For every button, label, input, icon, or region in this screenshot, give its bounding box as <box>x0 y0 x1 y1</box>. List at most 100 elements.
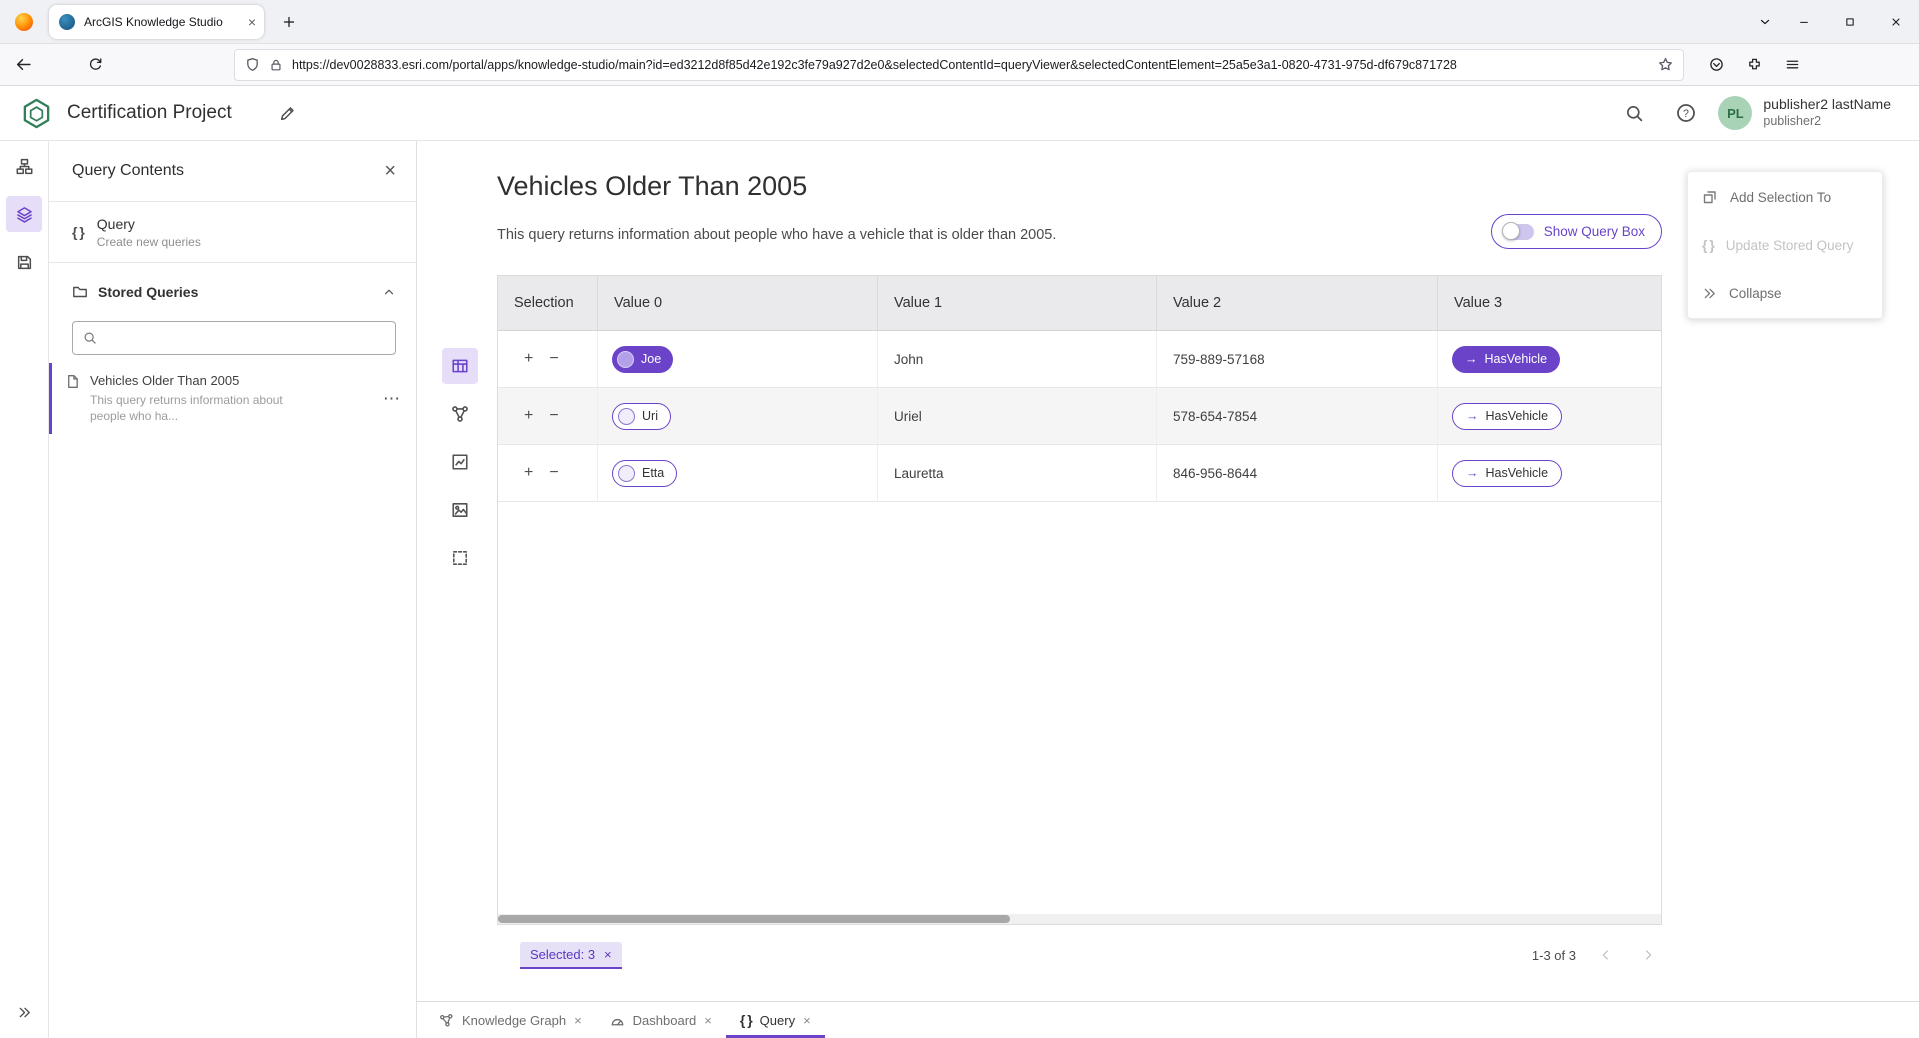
show-query-box-toggle[interactable]: Show Query Box <box>1491 214 1662 249</box>
relationship-pill[interactable]: → HasVehicle <box>1452 403 1562 430</box>
stored-queries-section[interactable]: Stored Queries <box>49 275 416 309</box>
close-icon <box>1890 16 1902 28</box>
previous-page-button[interactable] <box>1594 943 1618 967</box>
bookmark-star-icon[interactable] <box>1658 57 1673 72</box>
pencil-icon <box>279 105 296 122</box>
project-title: Certification Project <box>67 102 232 124</box>
results-table: Selection Value 0 Value 1 Value 2 Value … <box>497 275 1662 925</box>
tab-label: Query <box>760 1013 795 1028</box>
clear-selection-icon[interactable]: × <box>604 947 612 962</box>
table-icon <box>451 357 469 375</box>
arcgis-knowledge-logo-icon <box>20 97 53 130</box>
firefox-icon[interactable] <box>15 13 33 31</box>
column-header[interactable]: Selection <box>498 276 598 330</box>
stored-query-title: Vehicles Older Than 2005 <box>90 373 302 388</box>
menu-button[interactable] <box>1776 49 1808 81</box>
cell-value: Uriel <box>878 388 1157 444</box>
expand-rail-button[interactable] <box>10 998 38 1026</box>
close-window-button[interactable] <box>1873 0 1919 44</box>
selected-chip[interactable]: Selected: 3 × <box>520 942 622 969</box>
next-page-button[interactable] <box>1636 943 1660 967</box>
chevron-right-icon <box>1641 948 1655 962</box>
entity-pill[interactable]: Uri <box>612 403 671 430</box>
toggle-switch[interactable] <box>1504 224 1534 240</box>
collapse-item[interactable]: Collapse <box>1688 269 1882 317</box>
url-text[interactable]: https://dev0028833.esri.com/portal/apps/… <box>292 58 1650 72</box>
remove-from-selection-button[interactable]: − <box>549 351 558 367</box>
update-stored-query-item: { } Update Stored Query <box>1688 221 1882 269</box>
add-selection-to-item[interactable]: Add Selection To <box>1688 173 1882 221</box>
document-icon <box>65 374 80 424</box>
help-button[interactable]: ? <box>1670 97 1702 129</box>
remove-from-selection-button[interactable]: − <box>549 408 558 424</box>
extensions-button[interactable] <box>1738 49 1770 81</box>
table-view-button[interactable] <box>442 348 478 384</box>
tab-query[interactable]: { } Query × <box>726 1002 825 1038</box>
map-view-button[interactable] <box>442 492 478 528</box>
new-query-subtitle: Create new queries <box>97 235 201 249</box>
relationship-pill[interactable]: → HasVehicle <box>1452 460 1562 487</box>
panel-close-icon[interactable]: × <box>384 161 396 181</box>
graph-icon <box>439 1013 454 1028</box>
shield-icon[interactable] <box>245 57 260 72</box>
chart-view-button[interactable] <box>442 444 478 480</box>
column-header[interactable]: Value 1 <box>878 276 1157 330</box>
browser-tab[interactable]: ArcGIS Knowledge Studio × <box>49 5 264 39</box>
column-header[interactable]: Value 0 <box>598 276 878 330</box>
table-row[interactable]: + − Uri Uriel 578-654-7854 → HasVehicle <box>498 388 1661 445</box>
search-button[interactable] <box>1618 97 1650 129</box>
braces-icon: { } <box>740 1012 752 1028</box>
selected-count-label: Selected: 3 <box>530 947 595 962</box>
close-tab-icon[interactable]: × <box>574 1013 582 1028</box>
arrow-right-icon: → <box>1466 409 1479 423</box>
item-options-icon[interactable]: ⋯ <box>383 389 400 409</box>
tab-dashboard[interactable]: Dashboard × <box>596 1002 726 1038</box>
new-tab-button[interactable] <box>274 7 304 37</box>
lock-icon[interactable] <box>269 58 283 72</box>
layers-icon <box>16 206 33 223</box>
table-row[interactable]: + − Joe John 759-889-57168 → HasVehicle <box>498 331 1661 388</box>
data-model-button[interactable] <box>6 148 42 184</box>
close-tab-icon[interactable]: × <box>704 1013 712 1028</box>
link-chart-button[interactable] <box>442 396 478 432</box>
user-info[interactable]: publisher2 lastName publisher2 <box>1763 96 1891 129</box>
edit-title-button[interactable] <box>272 97 304 129</box>
remove-from-selection-button[interactable]: − <box>549 465 558 481</box>
table-row[interactable]: + − Etta Lauretta 846-956-8644 → HasVehi… <box>498 445 1661 502</box>
pocket-button[interactable] <box>1700 49 1732 81</box>
tab-close-icon[interactable]: × <box>248 14 256 30</box>
add-to-selection-button[interactable]: + <box>524 351 533 367</box>
question-icon: ? <box>1676 103 1696 123</box>
stored-queries-search-input[interactable] <box>105 331 385 346</box>
selection-tool-button[interactable] <box>442 540 478 576</box>
list-all-tabs-button[interactable] <box>1749 6 1781 38</box>
minimize-button[interactable] <box>1781 0 1827 44</box>
refresh-button[interactable] <box>79 49 111 81</box>
maximize-button[interactable] <box>1827 0 1873 44</box>
horizontal-scrollbar[interactable] <box>498 914 1661 924</box>
panel-title: Query Contents <box>72 162 184 180</box>
query-title: Vehicles Older Than 2005 <box>497 171 807 202</box>
close-tab-icon[interactable]: × <box>803 1013 811 1028</box>
stored-query-item[interactable]: Vehicles Older Than 2005 This query retu… <box>49 363 416 434</box>
avatar[interactable]: PL <box>1718 96 1752 130</box>
back-button[interactable] <box>7 49 39 81</box>
contents-button[interactable] <box>6 196 42 232</box>
column-header[interactable]: Value 2 <box>1157 276 1438 330</box>
column-header[interactable]: Value 3 <box>1438 276 1661 330</box>
entity-pill[interactable]: Joe <box>612 346 673 373</box>
url-bar[interactable]: https://dev0028833.esri.com/portal/apps/… <box>234 49 1684 81</box>
refresh-icon <box>88 57 103 72</box>
relationship-pill[interactable]: → HasVehicle <box>1452 346 1560 373</box>
add-to-selection-button[interactable]: + <box>524 408 533 424</box>
scrollbar-thumb[interactable] <box>498 915 1010 923</box>
save-button[interactable] <box>6 244 42 280</box>
stored-queries-search[interactable] <box>72 321 396 355</box>
table-header-row: Selection Value 0 Value 1 Value 2 Value … <box>498 276 1661 331</box>
minimize-icon <box>1798 16 1810 28</box>
add-to-selection-button[interactable]: + <box>524 465 533 481</box>
new-query-item[interactable]: { } Query Create new queries <box>49 202 416 263</box>
tab-knowledge-graph[interactable]: Knowledge Graph × <box>425 1002 596 1038</box>
selection-context-menu: Add Selection To { } Update Stored Query… <box>1687 171 1883 319</box>
entity-pill[interactable]: Etta <box>612 460 677 487</box>
